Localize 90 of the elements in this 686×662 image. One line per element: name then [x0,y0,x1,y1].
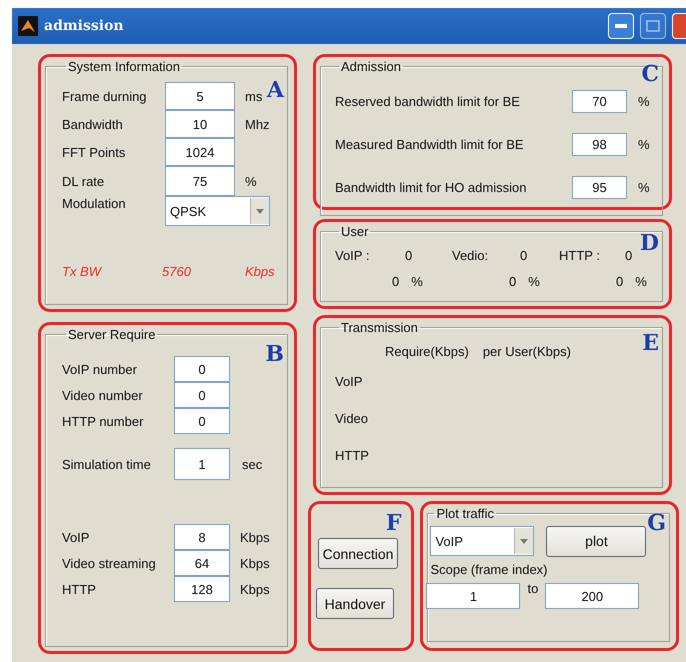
panel-title: System Information [67,59,181,74]
tx-bw-label: Tx BW [62,264,103,279]
user-label: VoIP : [335,248,370,262]
unit-label: % [411,274,423,288]
annotation-letter: A [266,79,284,101]
panel-title: User [340,224,370,239]
field-label: Frame durning [62,88,148,104]
close-button[interactable] [672,13,686,39]
window-title: admission [44,18,125,34]
unit-label: % [638,94,650,109]
unit-label: Kbps [240,530,270,544]
field-label: HTTP [62,582,97,596]
unit-label: % [638,180,650,195]
unit-label: % [245,174,257,188]
input-field[interactable]: 95 [572,176,627,199]
field-label: HTTP number [62,414,144,428]
maximize-button[interactable] [640,13,666,39]
input-field[interactable]: 64 [174,550,230,576]
row-label: HTTP [335,448,369,463]
panel-title: Server Require [67,327,156,342]
field-label: Modulation [62,196,127,211]
input-field[interactable]: 70 [572,90,627,113]
unit-label: % [528,274,540,288]
input-field[interactable]: 0 [174,382,230,408]
annotation-letter: D [640,232,659,254]
field-label: Video streaming [62,556,157,570]
user-label: Vedio: [452,248,490,262]
input-field[interactable]: 75 [165,166,235,196]
unit-label: % [638,137,650,152]
field-label: Bandwidth [62,116,124,132]
row-label: Video [335,411,368,426]
annotation-letter: G [647,512,666,534]
annotation-letter: B [265,343,284,365]
unit-label: Mhz [245,116,270,132]
user-percent: 0 [509,274,516,288]
field-label: Video number [62,388,144,402]
unit-label: Kbps [240,556,270,570]
input-field[interactable]: 5 [165,82,235,110]
input-field[interactable]: 128 [174,576,230,602]
field-label: VoIP [62,530,90,544]
column-header: per User(Kbps) [482,344,571,358]
input-field[interactable]: 8 [174,524,230,550]
field-label: Simulation time [62,456,152,472]
annotation-letter: F [386,512,402,534]
dropdown[interactable]: QPSK [165,196,270,226]
annotation-letter: E [642,332,659,354]
field-label: Bandwidth limit for HO admission [335,180,528,195]
scope-label: Scope (frame index) [430,562,548,576]
field-label: DL rate [62,174,106,188]
tx-bw-value: 5760 [162,264,192,279]
maximize-icon [646,20,660,32]
input-field[interactable]: 200 [545,583,640,609]
input-field[interactable]: 10 [165,110,235,138]
action-button[interactable]: Connection [318,538,398,569]
field-label: Reserved bandwidth limit for BE [335,94,521,109]
panel-title: Admission [340,59,402,74]
minimize-icon [615,24,627,28]
caret-icon [520,538,528,544]
panel-title: Transmission [340,320,419,335]
range-label: to [527,581,538,596]
input-field[interactable]: 1024 [165,138,235,166]
tx-bw-unit: Kbps [245,264,275,279]
input-field[interactable]: 98 [572,133,627,156]
unit-label: ms [245,88,262,104]
user-count: 0 [520,248,528,262]
input-field[interactable]: 0 [174,356,230,382]
field-label: VoIP number [62,362,138,376]
user-percent: 0 [392,274,400,288]
panel-title: Plot traffic [435,506,496,521]
unit-label: % [635,274,647,288]
field-label: Measured Bandwidth limit for BE [335,137,525,152]
input-field[interactable]: 0 [174,408,230,434]
user-count: 0 [405,248,412,262]
user-percent: 0 [616,274,624,288]
field-label: FFT Points [62,144,126,160]
plot-button[interactable]: plot [546,526,646,556]
annotation-letter: C [641,63,659,85]
unit-label: sec [242,456,262,472]
minimize-button[interactable] [608,13,634,39]
caret-icon [256,208,264,214]
column-header: Require(Kbps) [385,344,469,358]
user-count: 0 [625,248,632,262]
unit-label: Kbps [240,582,270,596]
dropdown[interactable]: VoIP [430,526,534,556]
action-button[interactable]: Handover [316,588,394,619]
user-label: HTTP : [559,248,601,262]
input-field[interactable]: 1 [174,448,230,480]
app-icon [18,16,38,36]
input-field[interactable]: 1 [426,583,520,609]
row-label: VoIP [335,374,362,389]
